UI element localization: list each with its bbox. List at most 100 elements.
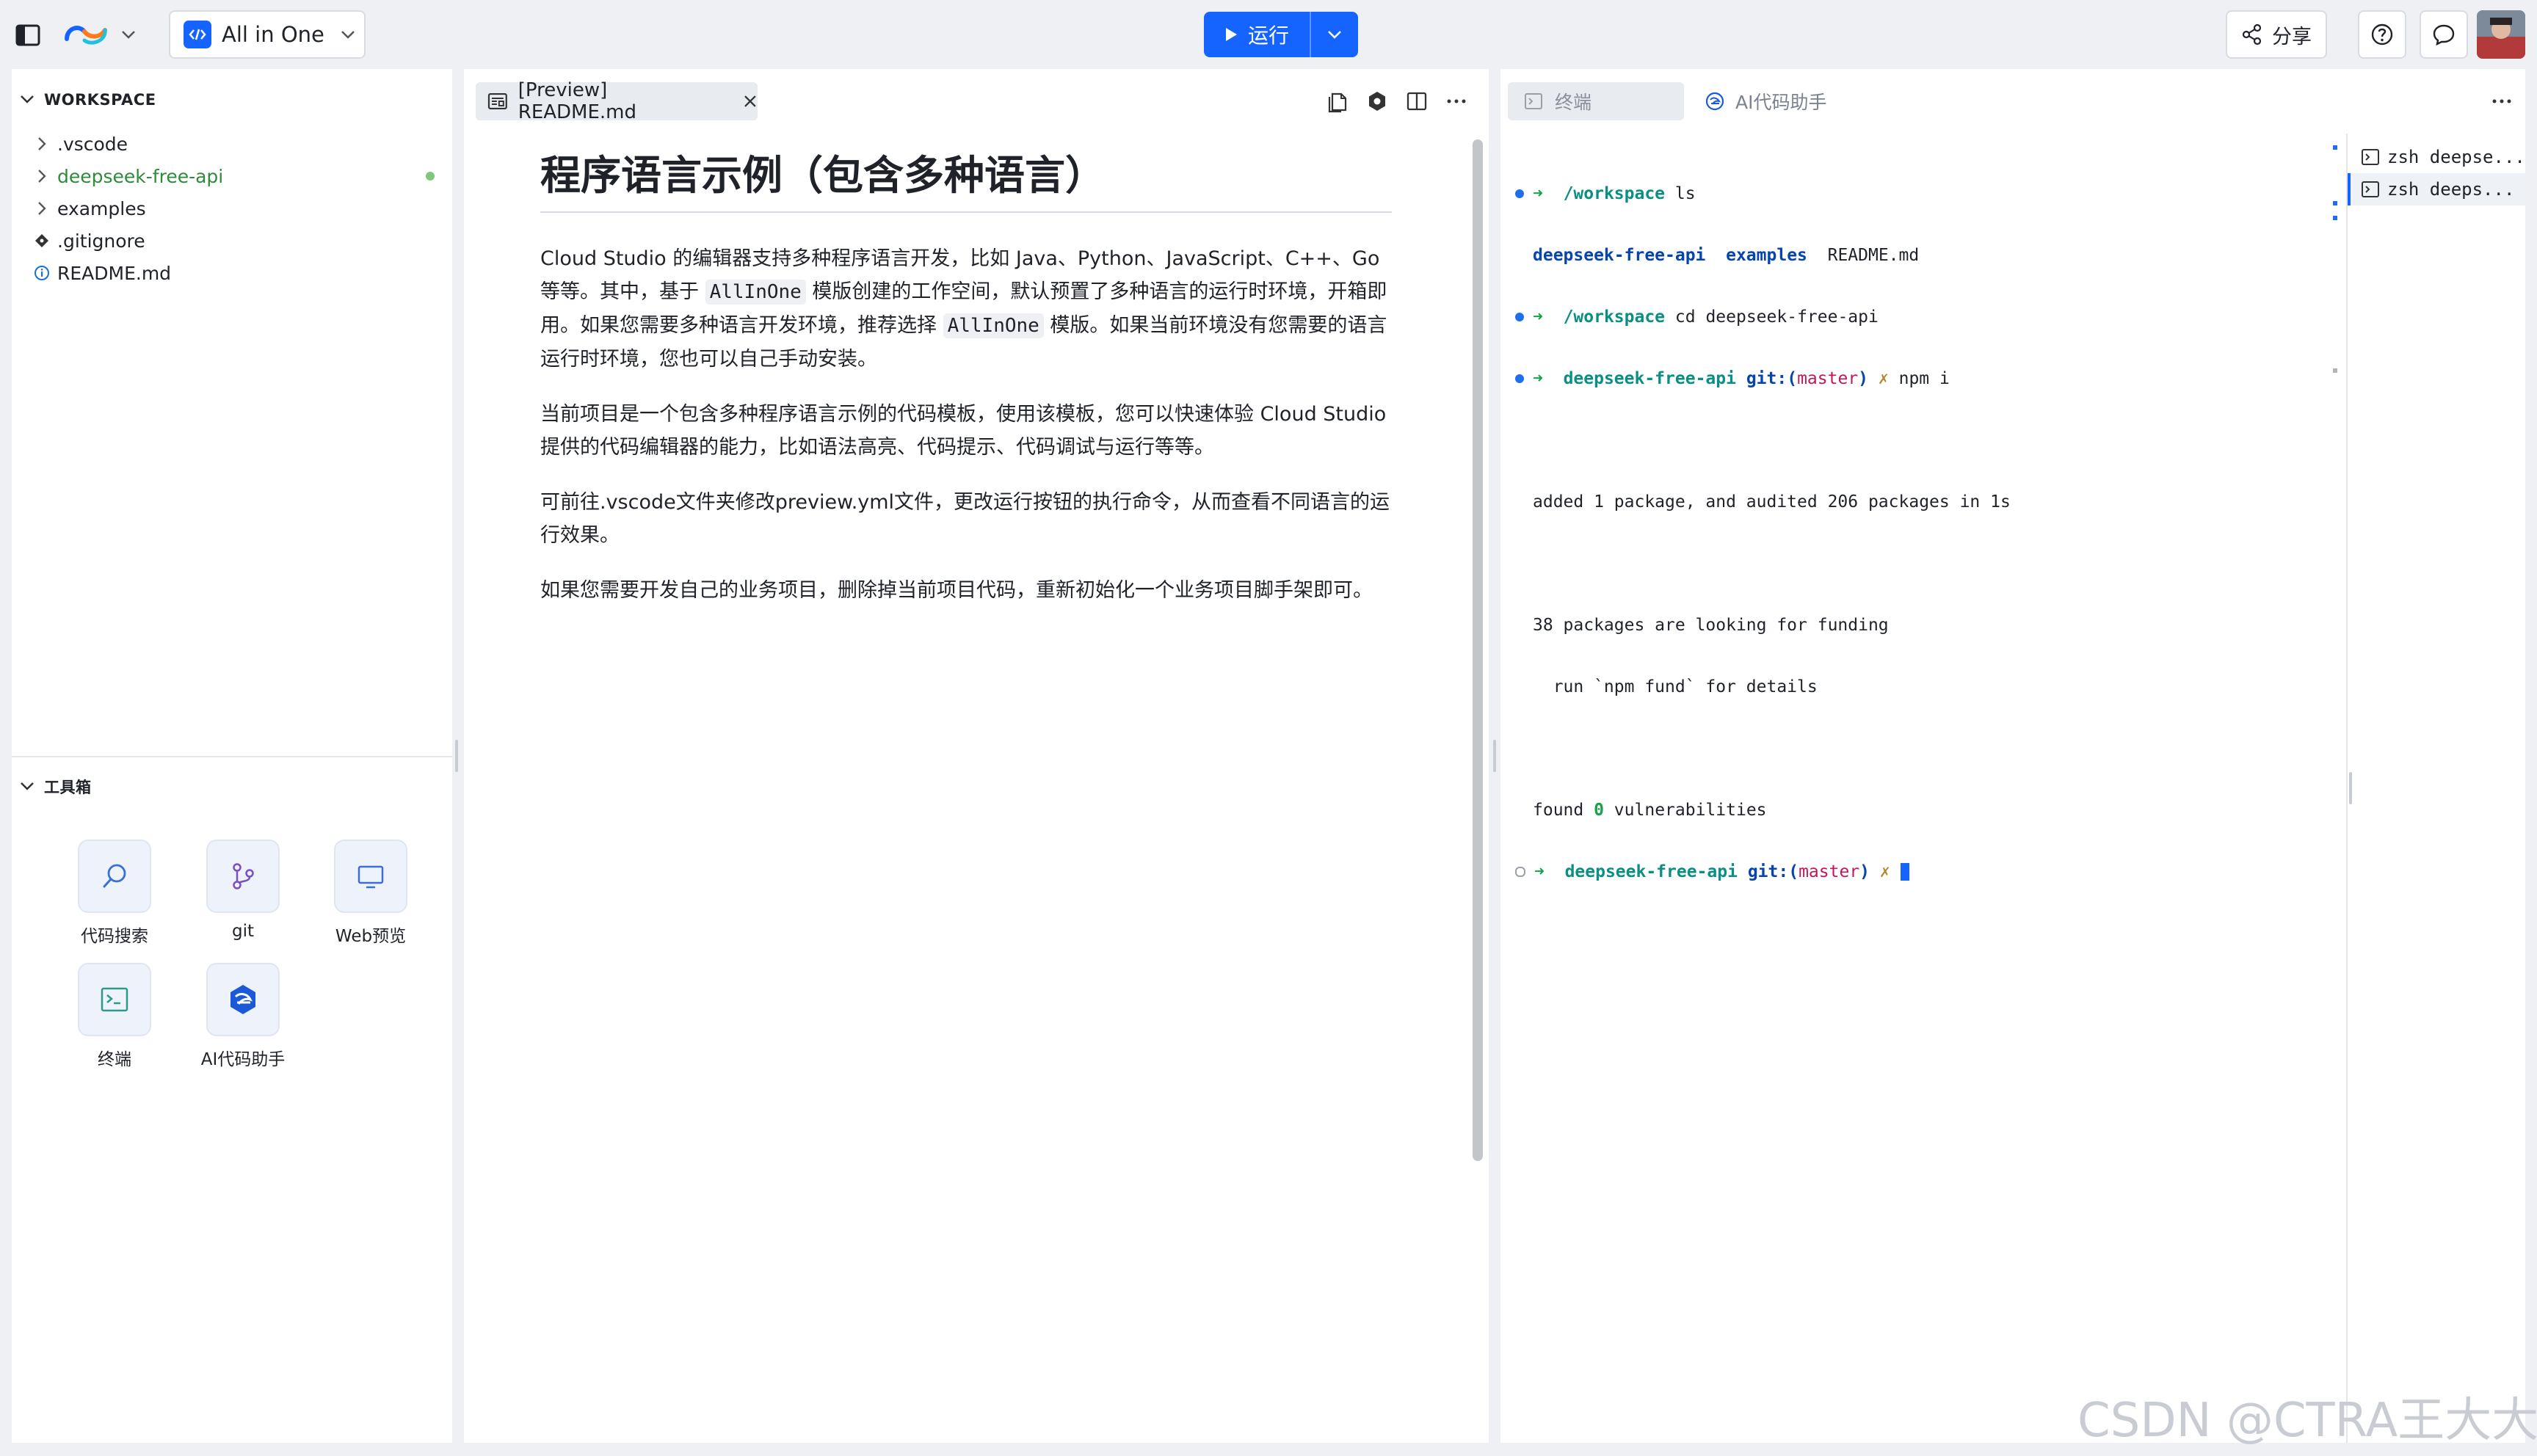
- feedback-button[interactable]: [2420, 10, 2468, 59]
- scroll-marker: [2333, 201, 2337, 205]
- tree-item-label: examples: [57, 197, 146, 219]
- share-icon: [2242, 23, 2262, 46]
- terminal-tab-strip: 终端 AI代码助手: [1500, 69, 2525, 134]
- terminal-icon: [78, 963, 151, 1036]
- page-title: 程序语言示例（包含多种语言）: [540, 142, 1392, 213]
- more-actions-icon[interactable]: [2489, 88, 2515, 114]
- close-icon[interactable]: [743, 94, 758, 109]
- workspace-section-header[interactable]: WORKSPACE: [19, 85, 445, 114]
- editor-resize-handle[interactable]: [1493, 740, 1496, 772]
- dirty-mark: ✗: [1879, 862, 1890, 881]
- chevron-down-icon[interactable]: [119, 25, 138, 44]
- file-entry: README.md: [1827, 246, 1920, 265]
- scroll-marker: [2333, 216, 2337, 220]
- tree-item-label: README.md: [57, 262, 172, 284]
- tree-item-label: .vscode: [57, 133, 128, 155]
- workspace-title: WORKSPACE: [44, 91, 156, 109]
- sidebar-resize-handle[interactable]: [455, 740, 458, 772]
- terminal-line: added 1 package, and audited 206 package…: [1511, 492, 2370, 512]
- terminal-instance-1[interactable]: zsh deepse...: [2348, 141, 2525, 173]
- workspace-selector-label: All in One: [222, 22, 324, 47]
- sidebar-toggle-icon[interactable]: [13, 21, 43, 50]
- search-icon: [78, 840, 151, 913]
- output-text: found: [1533, 801, 1594, 820]
- run-button-label: 运行: [1247, 23, 1289, 48]
- ai-assistant-icon: [206, 963, 280, 1036]
- tree-item-vscode[interactable]: .vscode: [34, 128, 445, 160]
- tree-item-deepseek-free-api[interactable]: deepseek-free-api: [34, 160, 445, 192]
- tab-terminal[interactable]: 终端: [1508, 82, 1684, 120]
- prompt-arrow: ➜: [1533, 184, 1543, 203]
- cloud-studio-logo-icon[interactable]: [62, 19, 110, 50]
- run-button[interactable]: 运行: [1204, 12, 1310, 57]
- terminal-output[interactable]: ➜ /workspace ls deepseek-free-api exampl…: [1511, 142, 2370, 923]
- editor-tab-readme-preview[interactable]: [Preview] README.md: [476, 79, 758, 123]
- tab-label: 终端: [1555, 92, 1592, 113]
- tab-ai-assistant[interactable]: AI代码助手: [1705, 82, 1895, 120]
- terminal-cursor: [1900, 863, 1909, 881]
- command-text: ls: [1674, 184, 1696, 203]
- git-label: git:(: [1746, 369, 1798, 388]
- more-actions-icon[interactable]: [1443, 88, 1470, 114]
- chevron-down-icon: [1328, 31, 1341, 39]
- inline-code: AllInOne: [943, 313, 1044, 338]
- command-status-dot: [1515, 867, 1525, 877]
- terminal-line: run `npm fund` for details: [1511, 677, 2370, 697]
- terminal-line: ➜ /workspace cd deepseek-free-api: [1511, 307, 2370, 327]
- section-divider[interactable]: [12, 756, 452, 757]
- dirty-mark: ✗: [1878, 369, 1889, 388]
- prompt-arrow: ➜: [1533, 307, 1543, 327]
- info-icon: [34, 265, 50, 281]
- scroll-marker: [2333, 145, 2337, 150]
- share-button[interactable]: 分享: [2226, 10, 2327, 59]
- chevron-down-icon: [21, 782, 34, 790]
- paragraph-3: 可前往.vscode文件夹修改preview.yml文件，更改运行按钮的执行命令…: [540, 491, 1390, 547]
- help-icon: [2371, 23, 2393, 46]
- command-status-dot: [1515, 189, 1524, 198]
- paragraph-1: Cloud Studio 的编辑器支持多种程序语言开发，比如 Java、Pyth…: [540, 242, 1392, 376]
- tree-item-readme[interactable]: README.md: [34, 257, 445, 289]
- share-button-label: 分享: [2272, 25, 2312, 48]
- terminal-line: found 0 vulnerabilities: [1511, 800, 2370, 820]
- command-text: cd deepseek-free-api: [1674, 307, 1879, 327]
- tool-label: 代码搜索: [81, 927, 148, 946]
- tool-label: Web预览: [335, 927, 407, 946]
- command-status-dot: [1515, 313, 1524, 321]
- tool-code-search[interactable]: 代码搜索: [50, 840, 179, 947]
- terminal-list-resize-handle[interactable]: [2349, 772, 2352, 804]
- git-label: ): [1858, 369, 1869, 388]
- open-source-icon[interactable]: [1324, 88, 1351, 114]
- editor-tab-label: [Preview] README.md: [518, 79, 637, 123]
- git-file-icon: [34, 233, 50, 248]
- terminal-instance-2[interactable]: zsh deeps...: [2348, 173, 2525, 205]
- terminal-line: deepseek-free-api examples README.md: [1511, 245, 2370, 266]
- git-label: ): [1859, 862, 1870, 881]
- settings-gear-icon[interactable]: [1364, 88, 1390, 114]
- editor-scrollbar[interactable]: [1473, 139, 1483, 1161]
- workspace-selector[interactable]: All in One: [169, 10, 366, 59]
- git-branch: master: [1799, 862, 1860, 881]
- terminal-line: ➜ /workspace ls: [1511, 183, 2370, 204]
- play-icon: [1225, 28, 1237, 41]
- tool-ai-assistant[interactable]: AI代码助手: [178, 963, 308, 1070]
- tool-web-preview[interactable]: Web预览: [306, 840, 435, 947]
- git-label: git:(: [1747, 862, 1799, 881]
- editor-panel: [Preview] README.md 程序语言示例（包含多种语言） Cloud…: [464, 69, 1489, 1443]
- help-button[interactable]: [2358, 10, 2406, 59]
- split-editor-icon[interactable]: [1404, 88, 1430, 114]
- git-branch: master: [1797, 369, 1859, 388]
- tree-item-gitignore[interactable]: .gitignore: [34, 225, 445, 257]
- avatar[interactable]: [2477, 10, 2525, 59]
- tool-git[interactable]: git: [178, 840, 308, 941]
- tool-terminal[interactable]: 终端: [50, 963, 179, 1070]
- chevron-right-icon: [34, 136, 50, 151]
- paragraph-2: 当前项目是一个包含多种程序语言示例的代码模板，使用该模板，您可以快速体验 Clo…: [540, 403, 1387, 459]
- command-status-dot: [1515, 374, 1524, 383]
- terminal-instance-label: zsh deepse...: [2387, 147, 2525, 167]
- run-options-button[interactable]: [1311, 12, 1358, 57]
- monitor-icon: [334, 840, 407, 913]
- toolbox-section-header[interactable]: 工具箱: [19, 772, 445, 801]
- tree-item-examples[interactable]: examples: [34, 192, 445, 225]
